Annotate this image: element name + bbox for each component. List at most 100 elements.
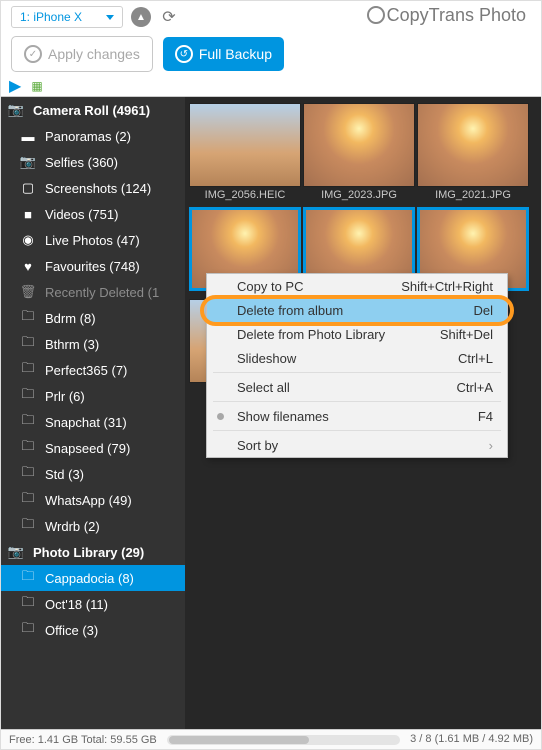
- sidebar-item-label: Wrdrb (2): [45, 519, 100, 534]
- ctx-label: Show filenames: [237, 409, 329, 424]
- camera-icon: 📷: [7, 544, 25, 560]
- context-menu-item[interactable]: Show filenames F4: [207, 404, 507, 428]
- separator: [213, 430, 501, 431]
- horizontal-scrollbar[interactable]: [167, 735, 400, 745]
- sidebar-item[interactable]: 🗀 Wrdrb (2): [1, 513, 185, 539]
- sidebar-item-label: Screenshots (124): [45, 181, 151, 196]
- sidebar-item-label: Favourites (748): [45, 259, 140, 274]
- sidebar-item[interactable]: 🗀 Bdrm (8): [1, 305, 185, 331]
- sidebar-item[interactable]: 🗀WhatsApp (49): [1, 487, 185, 513]
- eject-button[interactable]: ▲: [131, 7, 151, 27]
- folder-icon: 🗀: [19, 359, 37, 381]
- sidebar-camera-roll[interactable]: 📷 Camera Roll (4961): [1, 97, 185, 123]
- ctx-label: Delete from album: [237, 303, 343, 318]
- sidebar-item[interactable]: ◉Live Photos (47): [1, 227, 185, 253]
- folder-icon: 🗀: [19, 463, 37, 485]
- grid-tab-icon[interactable]: ▦: [31, 79, 42, 93]
- sidebar-item-label: Bdrm (8): [45, 311, 96, 326]
- sidebar-item-label: Recently Deleted (1: [45, 285, 159, 300]
- refresh-button[interactable]: ⟳: [159, 7, 179, 27]
- separator: [213, 372, 501, 373]
- backup-icon: ↺: [175, 45, 193, 63]
- device-selector[interactable]: 1: iPhone X: [11, 6, 123, 28]
- ctx-label: Copy to PC: [237, 279, 303, 294]
- sidebar-item[interactable]: 🗀Snapseed (79): [1, 435, 185, 461]
- full-backup-button[interactable]: ↺ Full Backup: [163, 37, 284, 71]
- folder-icon: 🗀: [19, 515, 37, 537]
- sidebar-item-label: Panoramas (2): [45, 129, 131, 144]
- sidebar-item[interactable]: ■Videos (751): [1, 201, 185, 227]
- folder-icon: ▬: [19, 129, 37, 144]
- sidebar-item-label: Std (3): [45, 467, 84, 482]
- folder-icon: 🗀: [19, 437, 37, 459]
- album-icon: 🗀: [19, 619, 37, 641]
- thumbnail-caption: IMG_2021.JPG: [417, 187, 529, 205]
- context-menu-item[interactable]: Delete from Photo LibraryShift+Del: [207, 322, 507, 346]
- ctx-shortcut: F4: [478, 409, 493, 424]
- ctx-label: Slideshow: [237, 351, 296, 366]
- thumbnail-image: [303, 103, 415, 187]
- thumbnail-image: [189, 103, 301, 187]
- album-icon: 🗀: [19, 567, 37, 589]
- thumbnail-image: [417, 103, 529, 187]
- sidebar-item[interactable]: 🗑 Recently Deleted (1: [1, 279, 185, 305]
- sidebar-item[interactable]: 📷 Selfies (360): [1, 149, 185, 175]
- camera-roll-label: Camera Roll (4961): [33, 103, 150, 118]
- sidebar-item-label: Cappadocia (8): [45, 571, 134, 586]
- folder-icon: ♥: [19, 259, 37, 274]
- ctx-shortcut: Ctrl+A: [457, 380, 493, 395]
- thumbnail[interactable]: IMG_2056.HEIC: [189, 103, 301, 205]
- apply-changes-button[interactable]: ✓ Apply changes: [11, 36, 153, 72]
- sidebar-item[interactable]: ♥ Favourites (748): [1, 253, 185, 279]
- sidebar-item-label: Bthrm (3): [45, 337, 99, 352]
- sidebar-item[interactable]: 🗀 Bthrm (3): [1, 331, 185, 357]
- sidebar-item[interactable]: 🗀Prlr (6): [1, 383, 185, 409]
- folder-icon: 🗑: [19, 284, 37, 300]
- ctx-label: Sort by: [237, 438, 278, 453]
- album-icon: 🗀: [19, 593, 37, 615]
- sidebar-album[interactable]: 🗀 Cappadocia (8): [1, 565, 185, 591]
- sidebar-item-label: Selfies (360): [45, 155, 118, 170]
- context-menu-item[interactable]: Slideshow Ctrl+L: [207, 346, 507, 370]
- sidebar-album[interactable]: 🗀 Oct'18 (11): [1, 591, 185, 617]
- sidebar-album[interactable]: 🗀 Office (3): [1, 617, 185, 643]
- folder-icon: 🗀: [19, 307, 37, 329]
- ctx-shortcut: ›: [489, 438, 493, 453]
- thumbnail-caption: IMG_2056.HEIC: [189, 187, 301, 205]
- camera-icon: 📷: [7, 102, 25, 118]
- backup-label: Full Backup: [199, 46, 272, 62]
- sidebar-item[interactable]: 🗀Perfect365 (7): [1, 357, 185, 383]
- context-menu: Copy to PC Shift+Ctrl+Right Delete from al…: [206, 273, 508, 458]
- thumbnail-caption: IMG_2023.JPG: [303, 187, 415, 205]
- sidebar-item[interactable]: ▬ Panoramas (2): [1, 123, 185, 149]
- separator: [213, 401, 501, 402]
- folder-icon: 🗀: [19, 411, 37, 433]
- play-tab-icon[interactable]: ▶: [9, 76, 21, 96]
- folder-icon: 📷: [19, 154, 37, 170]
- sidebar-item[interactable]: 🗀 Std (3): [1, 461, 185, 487]
- context-menu-item[interactable]: Select allCtrl+A: [207, 375, 507, 399]
- photo-lib-label: Photo Library (29): [33, 545, 144, 560]
- thumbnail[interactable]: IMG_2023.JPG: [303, 103, 415, 205]
- apply-label: Apply changes: [48, 46, 140, 62]
- sidebar-item-label: Oct'18 (11): [45, 597, 108, 612]
- ctx-shortcut: Shift+Del: [440, 327, 493, 342]
- sidebar-item-label: Live Photos (47): [45, 233, 140, 248]
- ctx-shortcut: Shift+Ctrl+Right: [401, 279, 493, 294]
- status-selection: 3 / 8 (1.61 MB / 4.92 MB): [410, 734, 533, 745]
- context-menu-item[interactable]: Delete from album Del: [207, 298, 507, 322]
- folder-icon: 🗀: [19, 333, 37, 355]
- sidebar-item-label: Office (3): [45, 623, 98, 638]
- context-menu-item[interactable]: Copy to PC Shift+Ctrl+Right: [207, 274, 507, 298]
- sidebar-item[interactable]: 🗀Snapchat (31): [1, 409, 185, 435]
- context-menu-item[interactable]: Sort by ›: [207, 433, 507, 457]
- ctx-shortcut: Ctrl+L: [458, 351, 493, 366]
- sidebar-photo-library[interactable]: 📷 Photo Library (29): [1, 539, 185, 565]
- sidebar-item-label: Prlr (6): [45, 389, 85, 404]
- thumbnail[interactable]: IMG_2021.JPG: [417, 103, 529, 205]
- ctx-shortcut: Del: [473, 303, 493, 318]
- folder-icon: ▢: [19, 180, 37, 196]
- sidebar-item-label: WhatsApp (49): [45, 493, 132, 508]
- status-free: Free: 1.41 GB Total: 59.55 GB: [9, 734, 157, 746]
- sidebar-item[interactable]: ▢ Screenshots (124): [1, 175, 185, 201]
